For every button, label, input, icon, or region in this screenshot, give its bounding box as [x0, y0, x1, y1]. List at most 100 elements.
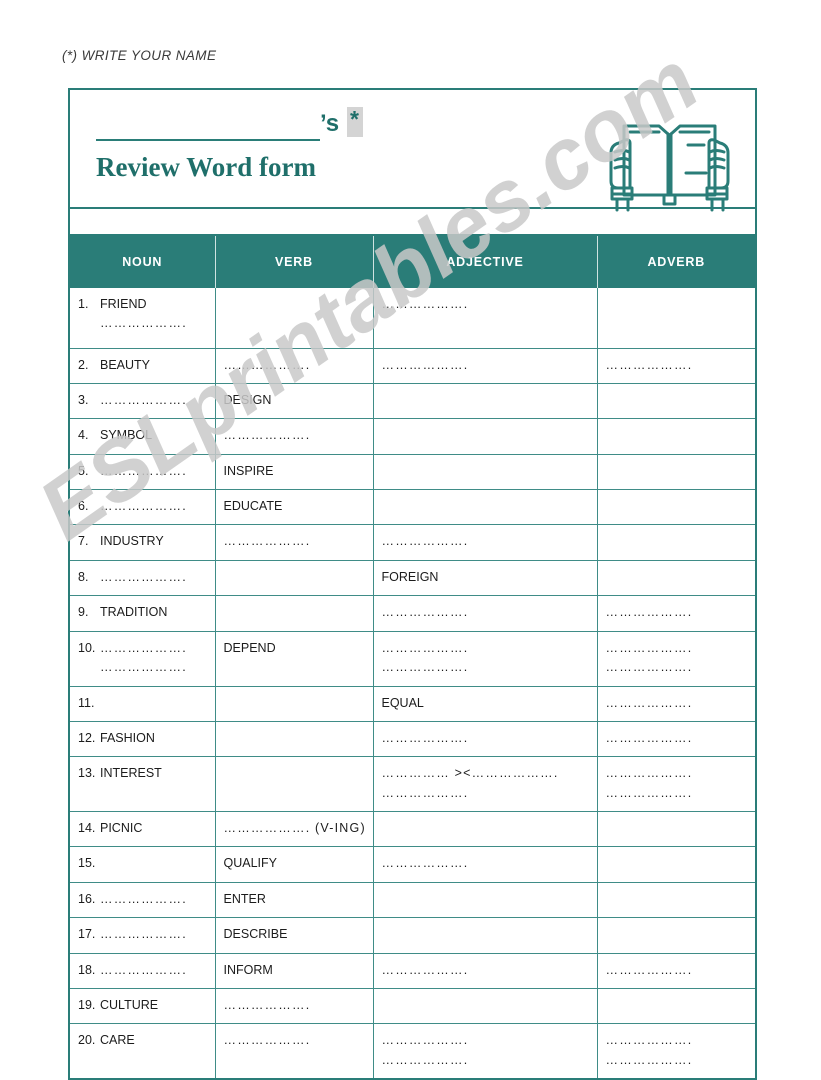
cell-value: ……………….: [100, 392, 187, 407]
adjective-cell[interactable]: [373, 453, 598, 490]
adverb-cell[interactable]: [597, 846, 755, 883]
table-row: 11. EQUAL ……………….: [70, 685, 755, 722]
noun-cell[interactable]: 2. BEAUTY: [70, 347, 216, 384]
adverb-cell[interactable]: ………………. ……………….: [597, 630, 755, 686]
cell-value: ……………….: [381, 640, 469, 655]
noun-cell[interactable]: 13. INTEREST: [70, 756, 216, 812]
verb-cell[interactable]: [215, 595, 374, 631]
cell-value: ……………….: [381, 605, 469, 620]
row-number: 7.: [78, 534, 89, 549]
cell-value: ……………….: [100, 463, 187, 478]
adverb-cell[interactable]: [597, 524, 755, 561]
adjective-cell[interactable]: FOREIGN: [373, 559, 598, 596]
row-number: 20.: [78, 1033, 96, 1048]
noun-cell[interactable]: 7. INDUSTRY: [70, 524, 216, 561]
adjective-cell[interactable]: ……………….: [373, 524, 598, 561]
verb-cell[interactable]: [215, 685, 374, 722]
verb-cell[interactable]: ……………….: [215, 987, 374, 1024]
verb-cell[interactable]: ………………. (V-ING): [215, 810, 374, 847]
noun-cell[interactable]: 5. ……………….: [70, 453, 216, 490]
verb-cell[interactable]: EDUCATE: [215, 488, 374, 525]
adjective-cell[interactable]: ……………….: [373, 347, 598, 384]
verb-cell[interactable]: [215, 756, 374, 812]
adjective-cell[interactable]: [373, 917, 598, 953]
row-number: 14.: [78, 821, 96, 835]
adjective-cell[interactable]: ……………….: [373, 720, 598, 757]
verb-cell[interactable]: ……………….: [215, 418, 374, 455]
verb-cell[interactable]: DESIGN: [215, 382, 374, 419]
adjective-cell[interactable]: [373, 418, 598, 455]
adjective-cell[interactable]: ……………….: [373, 846, 598, 883]
noun-cell[interactable]: 1. FRIEND ……………….: [70, 288, 216, 348]
row-number: 15.: [78, 856, 96, 871]
adverb-cell[interactable]: [597, 288, 755, 348]
cell-value: ……………….: [381, 297, 469, 311]
verb-cell[interactable]: QUALIFY: [215, 846, 374, 883]
noun-cell[interactable]: 3. ……………….: [70, 382, 216, 419]
noun-cell[interactable]: 19. CULTURE: [70, 987, 216, 1024]
adverb-cell[interactable]: ……………….: [597, 685, 755, 722]
verb-cell[interactable]: INSPIRE: [215, 453, 374, 490]
adjective-cell[interactable]: [373, 488, 598, 525]
noun-cell[interactable]: 10. ………………. ……………….: [70, 630, 216, 686]
adverb-cell[interactable]: ……………….: [597, 595, 755, 631]
adverb-cell[interactable]: [597, 881, 755, 918]
adverb-cell[interactable]: ………………. ……………….: [597, 1023, 755, 1078]
noun-cell[interactable]: 6. ……………….: [70, 488, 216, 525]
noun-cell[interactable]: 4. SYMBOL: [70, 418, 216, 455]
cell-value-secondary: ……………….: [605, 659, 693, 674]
cell-value: PICNIC: [100, 821, 143, 835]
adverb-cell[interactable]: [597, 382, 755, 419]
adverb-cell[interactable]: [597, 418, 755, 455]
row-number: 17.: [78, 927, 96, 942]
noun-cell[interactable]: 12. FASHION: [70, 720, 216, 757]
verb-cell[interactable]: ……………….: [215, 524, 374, 561]
adjective-cell[interactable]: [373, 881, 598, 918]
adjective-cell[interactable]: ……………….: [373, 288, 598, 348]
verb-cell[interactable]: INFORM: [215, 952, 374, 989]
noun-cell[interactable]: 17. ……………….: [70, 917, 216, 953]
verb-cell[interactable]: ENTER: [215, 881, 374, 918]
cell-value: INSPIRE: [223, 463, 274, 478]
noun-cell[interactable]: 16. ……………….: [70, 881, 216, 918]
adjective-cell[interactable]: ……………….: [373, 952, 598, 989]
verb-cell[interactable]: ……………….: [215, 347, 374, 384]
noun-cell[interactable]: 9. TRADITION: [70, 595, 216, 631]
noun-cell[interactable]: 8. ……………….: [70, 559, 216, 596]
adverb-cell[interactable]: [597, 987, 755, 1024]
adjective-cell[interactable]: EQUAL: [373, 685, 598, 722]
verb-cell[interactable]: ……………….: [215, 1023, 374, 1078]
cell-value: INTEREST: [100, 766, 162, 781]
noun-cell[interactable]: 20. CARE: [70, 1023, 216, 1078]
noun-cell[interactable]: 15.: [70, 846, 216, 883]
adjective-cell[interactable]: [373, 987, 598, 1024]
adverb-cell[interactable]: ………………. ……………….: [597, 756, 755, 812]
noun-cell[interactable]: 14. PICNIC: [70, 810, 216, 847]
table-row: 2. BEAUTY ………………. ………………. ……………….: [70, 347, 755, 384]
adjective-cell[interactable]: ………………. ……………….: [373, 1023, 598, 1078]
adverb-cell[interactable]: [597, 488, 755, 525]
noun-cell[interactable]: 11.: [70, 685, 216, 722]
row-number: 9.: [78, 605, 89, 620]
adjective-cell[interactable]: ……………….: [373, 595, 598, 631]
noun-cell[interactable]: 18. ……………….: [70, 952, 216, 989]
adverb-cell[interactable]: [597, 453, 755, 490]
adverb-cell[interactable]: ……………….: [597, 720, 755, 757]
verb-cell[interactable]: DEPEND: [215, 630, 374, 686]
adverb-cell[interactable]: [597, 917, 755, 953]
adverb-cell[interactable]: ……………….: [597, 952, 755, 989]
adjective-cell[interactable]: [373, 382, 598, 419]
verb-cell[interactable]: DESCRIBE: [215, 917, 374, 953]
adverb-cell[interactable]: [597, 810, 755, 847]
adjective-cell[interactable]: ………………. ……………….: [373, 630, 598, 686]
adjective-cell[interactable]: …………… ><………………. ……………….: [373, 756, 598, 812]
student-name-blank-line[interactable]: [96, 139, 320, 141]
verb-cell[interactable]: [215, 559, 374, 596]
row-number: 13.: [78, 766, 96, 781]
adjective-cell[interactable]: [373, 810, 598, 847]
cell-value: ……………….: [100, 927, 187, 942]
adverb-cell[interactable]: ……………….: [597, 347, 755, 384]
adverb-cell[interactable]: [597, 559, 755, 596]
verb-cell[interactable]: [215, 720, 374, 757]
verb-cell[interactable]: [215, 288, 374, 348]
